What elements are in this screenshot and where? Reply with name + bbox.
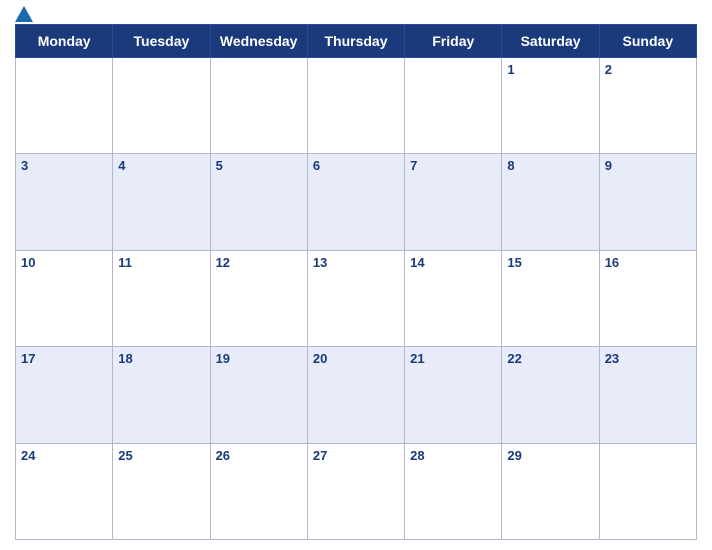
weekday-friday: Friday: [405, 25, 502, 58]
day-cell-3: 3: [16, 154, 113, 250]
day-number: 29: [507, 448, 521, 463]
day-number: 9: [605, 158, 612, 173]
day-cell-13: 13: [307, 250, 404, 346]
day-number: 11: [118, 255, 132, 270]
day-cell-17: 17: [16, 347, 113, 443]
day-number: 23: [605, 351, 619, 366]
day-cell-16: 16: [599, 250, 696, 346]
week-row-1: 12: [16, 58, 697, 154]
day-number: 6: [313, 158, 320, 173]
day-cell-29: 29: [502, 443, 599, 539]
day-number: 3: [21, 158, 28, 173]
logo-icon: [15, 6, 33, 22]
day-number: 26: [216, 448, 230, 463]
day-cell-21: 21: [405, 347, 502, 443]
day-cell-22: 22: [502, 347, 599, 443]
day-cell-14: 14: [405, 250, 502, 346]
day-cell-24: 24: [16, 443, 113, 539]
weekday-wednesday: Wednesday: [210, 25, 307, 58]
day-cell-26: 26: [210, 443, 307, 539]
week-row-4: 17 18 19 20 21 22 23: [16, 347, 697, 443]
day-cell-23: 23: [599, 347, 696, 443]
day-cell-4: 4: [113, 154, 210, 250]
empty-day-cell: [599, 443, 696, 539]
day-number: 25: [118, 448, 132, 463]
week-row-3: 10 11 12 13 14 15 16: [16, 250, 697, 346]
day-number: 7: [410, 158, 417, 173]
empty-day-cell: [307, 58, 404, 154]
logo: [15, 6, 33, 22]
day-cell-11: 11: [113, 250, 210, 346]
empty-day-cell: [113, 58, 210, 154]
day-number: 5: [216, 158, 223, 173]
day-cell-1: 1: [502, 58, 599, 154]
day-cell-2: 2: [599, 58, 696, 154]
day-number: 16: [605, 255, 619, 270]
day-cell-9: 9: [599, 154, 696, 250]
day-number: 1: [507, 62, 514, 77]
day-number: 24: [21, 448, 35, 463]
day-number: 8: [507, 158, 514, 173]
day-number: 19: [216, 351, 230, 366]
day-cell-7: 7: [405, 154, 502, 250]
day-number: 27: [313, 448, 327, 463]
day-number: 15: [507, 255, 521, 270]
week-row-2: 3 4 5 6 7 8 9: [16, 154, 697, 250]
day-cell-28: 28: [405, 443, 502, 539]
empty-day-cell: [405, 58, 502, 154]
day-number: 2: [605, 62, 612, 77]
calendar-table: MondayTuesdayWednesdayThursdayFridaySatu…: [15, 24, 697, 540]
calendar-header: [15, 10, 697, 18]
day-number: 18: [118, 351, 132, 366]
day-number: 12: [216, 255, 230, 270]
day-cell-18: 18: [113, 347, 210, 443]
day-number: 10: [21, 255, 35, 270]
day-number: 21: [410, 351, 424, 366]
day-cell-27: 27: [307, 443, 404, 539]
day-number: 22: [507, 351, 521, 366]
day-cell-5: 5: [210, 154, 307, 250]
day-number: 13: [313, 255, 327, 270]
day-number: 4: [118, 158, 125, 173]
day-cell-25: 25: [113, 443, 210, 539]
day-cell-19: 19: [210, 347, 307, 443]
weekday-thursday: Thursday: [307, 25, 404, 58]
day-number: 20: [313, 351, 327, 366]
day-cell-15: 15: [502, 250, 599, 346]
empty-day-cell: [210, 58, 307, 154]
day-number: 17: [21, 351, 35, 366]
empty-day-cell: [16, 58, 113, 154]
day-number: 28: [410, 448, 424, 463]
weekday-tuesday: Tuesday: [113, 25, 210, 58]
weekday-sunday: Sunday: [599, 25, 696, 58]
day-cell-20: 20: [307, 347, 404, 443]
weekday-monday: Monday: [16, 25, 113, 58]
day-number: 14: [410, 255, 424, 270]
day-cell-8: 8: [502, 154, 599, 250]
day-cell-6: 6: [307, 154, 404, 250]
day-cell-10: 10: [16, 250, 113, 346]
week-row-5: 24 25 26 27 28 29: [16, 443, 697, 539]
weekday-header-row: MondayTuesdayWednesdayThursdayFridaySatu…: [16, 25, 697, 58]
day-cell-12: 12: [210, 250, 307, 346]
weekday-saturday: Saturday: [502, 25, 599, 58]
